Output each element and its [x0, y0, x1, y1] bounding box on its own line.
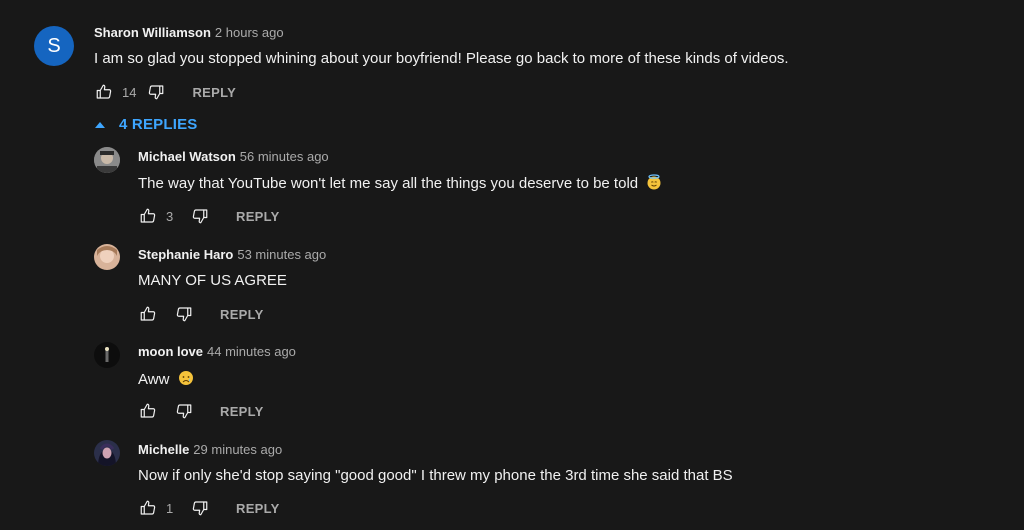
like-count: 1: [166, 500, 174, 516]
author-name[interactable]: Michael Watson: [138, 149, 236, 164]
comment-header: Michael Watson 56 minutes ago: [138, 149, 329, 164]
thumbs-up-icon: [140, 306, 156, 321]
thumbs-down-icon: [176, 307, 192, 322]
avatar[interactable]: [94, 147, 120, 173]
comment-header: Stephanie Haro 53 minutes ago: [138, 247, 326, 262]
reply-button[interactable]: REPLY: [236, 209, 280, 224]
dislike-button[interactable]: [190, 206, 210, 226]
comment-actions: 3 REPLY: [138, 206, 280, 226]
avatar[interactable]: [94, 342, 120, 368]
like-button[interactable]: [138, 304, 158, 324]
author-name[interactable]: Michelle: [138, 442, 189, 457]
comment-actions: 14 REPLY: [94, 82, 236, 102]
replies-toggle-label: 4 REPLIES: [119, 116, 198, 133]
thumbs-down-icon: [192, 209, 208, 224]
like-button[interactable]: [138, 498, 158, 518]
comment-text: Now if only she'd stop saying "good good…: [138, 467, 733, 484]
like-button[interactable]: [138, 401, 158, 421]
comment-text-container: The way that YouTube won't let me say al…: [138, 174, 662, 192]
avatar[interactable]: [94, 244, 120, 270]
comment-text: I am so glad you stopped whining about y…: [94, 50, 789, 67]
timestamp[interactable]: 56 minutes ago: [240, 149, 329, 164]
like-count: 14: [122, 84, 137, 100]
thumbs-down-icon: [192, 501, 208, 516]
dislike-button[interactable]: [174, 304, 194, 324]
comment-text: Aww: [138, 371, 170, 388]
avatar[interactable]: [94, 440, 120, 466]
reply-button[interactable]: REPLY: [192, 85, 236, 100]
like-count: 3: [166, 208, 174, 224]
like-button[interactable]: [138, 206, 158, 226]
thumbs-up-icon: [96, 84, 112, 99]
timestamp[interactable]: 44 minutes ago: [207, 344, 296, 359]
sad-face-icon: [178, 370, 194, 386]
avatar-letter: S: [34, 26, 74, 66]
timestamp[interactable]: 53 minutes ago: [237, 247, 326, 262]
dislike-button[interactable]: [146, 82, 166, 102]
comment-text: The way that YouTube won't let me say al…: [138, 175, 639, 192]
dislike-button[interactable]: [190, 498, 210, 518]
reply-button[interactable]: REPLY: [220, 404, 264, 419]
comment-header: Michelle 29 minutes ago: [138, 442, 282, 457]
thumbs-up-icon: [140, 500, 156, 515]
author-name[interactable]: moon love: [138, 344, 203, 359]
replies-toggle-button[interactable]: 4 REPLIES: [93, 116, 198, 133]
comment-actions: REPLY: [138, 304, 264, 324]
timestamp[interactable]: 2 hours ago: [215, 25, 284, 40]
timestamp[interactable]: 29 minutes ago: [193, 442, 282, 457]
thumbs-up-icon: [140, 403, 156, 418]
author-name[interactable]: Sharon Williamson: [94, 25, 211, 40]
avatar[interactable]: S: [34, 26, 74, 66]
comment-actions: REPLY: [138, 401, 264, 421]
innocent-face-icon: [646, 174, 662, 190]
thumbs-up-icon: [140, 208, 156, 223]
thumbs-down-icon: [176, 404, 192, 419]
thumbs-down-icon: [149, 85, 164, 100]
like-button[interactable]: [94, 82, 114, 102]
comment-header: moon love 44 minutes ago: [138, 344, 296, 359]
comment-text: MANY OF US AGREE: [138, 272, 287, 289]
dislike-button[interactable]: [174, 401, 194, 421]
comment-actions: 1 REPLY: [138, 498, 280, 518]
caret-up-icon: [95, 121, 105, 128]
comment-text-container: Aww: [138, 370, 194, 388]
reply-button[interactable]: REPLY: [220, 307, 264, 322]
reply-button[interactable]: REPLY: [236, 501, 280, 516]
comment-header: Sharon Williamson 2 hours ago: [94, 25, 284, 40]
author-name[interactable]: Stephanie Haro: [138, 247, 233, 262]
